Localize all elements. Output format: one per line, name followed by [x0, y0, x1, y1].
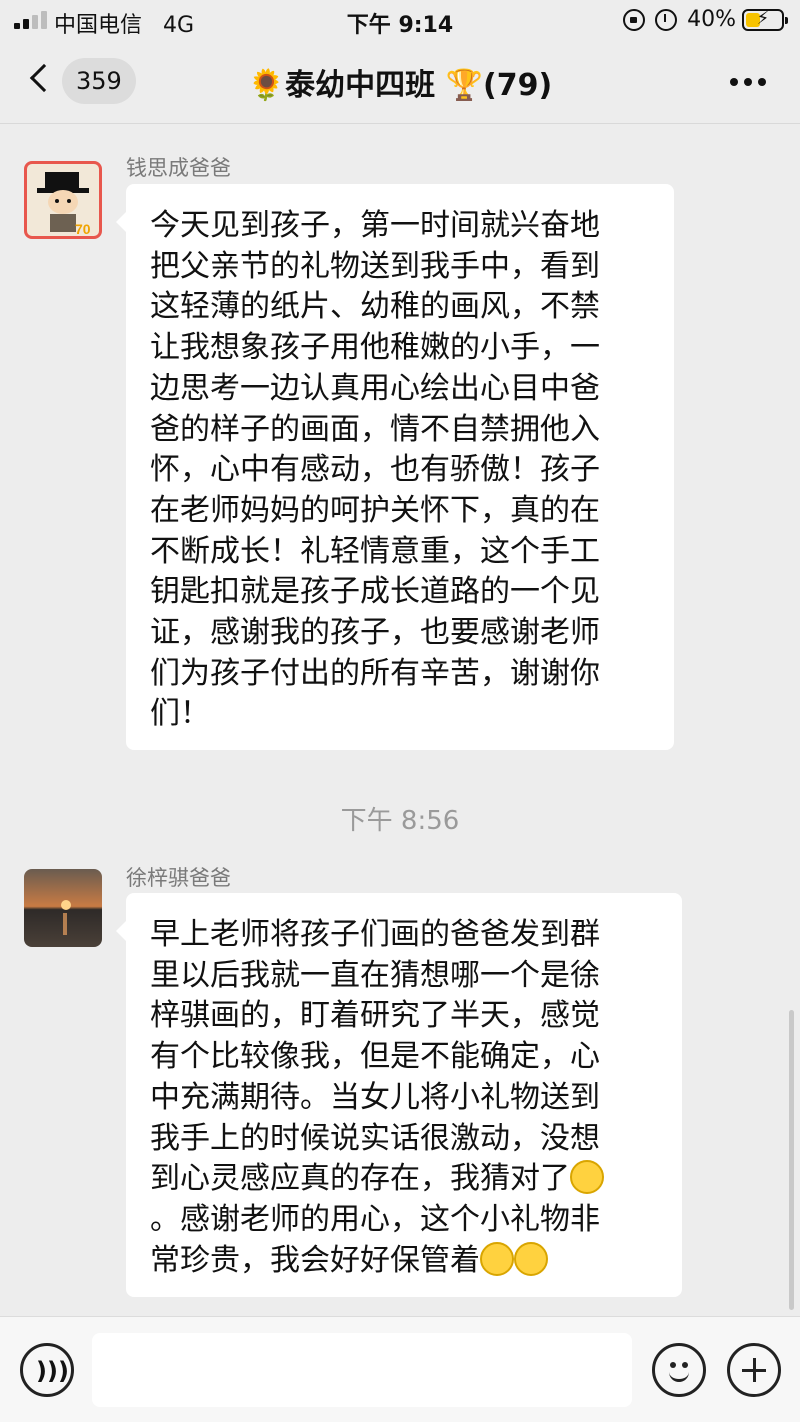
sender-name: 钱思成爸爸	[126, 156, 231, 180]
input-bar: )))	[0, 1316, 800, 1422]
message-line: 常珍贵，我会好好保管着	[150, 1241, 658, 1282]
dizzy-face-emoji-icon	[570, 1160, 604, 1195]
message-line: 不断成长！礼轻情意重，这个手工	[150, 533, 600, 569]
battery-icon: ⚡	[742, 7, 788, 31]
emoji-picker-button[interactable]	[652, 1343, 706, 1397]
message-line: 让我想象孩子用他稚嫩的小手，一	[150, 330, 600, 366]
time-divider: 下午 8:56	[340, 806, 460, 836]
message-line: 在老师妈妈的呵护关怀下，真的在	[150, 492, 600, 528]
message-line: 到心灵感应真的存在，我猜对了	[150, 1159, 658, 1200]
thinking-face-emoji-icon	[514, 1241, 548, 1276]
message-line: 。感谢老师的用心，这个小礼物非	[150, 1201, 600, 1237]
chat-title: 🌻泰幼中四班 🏆(79)	[247, 68, 553, 103]
message-line: 有个比较像我，但是不能确定，心	[150, 1039, 600, 1075]
message-line: 把父亲节的礼物送到我手中，看到	[150, 248, 600, 284]
sender-name: 徐梓骐爸爸	[126, 866, 231, 890]
message-line: 里以后我就一直在猜想哪一个是徐	[150, 957, 600, 993]
status-bar: 中国电信 4G 下午 9:14 40% ⚡	[0, 0, 800, 40]
chat-header: 359 🌻泰幼中四班 🏆(79)	[0, 40, 800, 124]
orientation-lock-icon	[623, 8, 646, 31]
message-input[interactable]	[92, 1333, 632, 1407]
voice-input-button[interactable]: )))	[20, 1343, 74, 1397]
battery-percent: 40%	[687, 7, 736, 32]
message-line: 中充满期待。当女儿将小礼物送到	[150, 1079, 600, 1115]
charging-bolt-icon: ⚡	[756, 7, 770, 29]
alarm-icon	[655, 8, 678, 31]
message-line: 这轻薄的纸片、幼稚的画风，不禁	[150, 289, 600, 325]
message-line: 我手上的时候说实话很激动，没想	[150, 1120, 600, 1156]
message-bubble[interactable]: 今天见到孩子，第一时间就兴奋地 把父亲节的礼物送到我手中，看到 这轻薄的纸片、幼…	[116, 184, 674, 750]
svg-text:70: 70	[75, 221, 91, 236]
message-line: 早上老师将孩子们画的爸爸发到群	[150, 917, 600, 952]
message-line: 们！	[150, 696, 210, 732]
sunset-avatar-icon[interactable]	[24, 869, 102, 947]
status-icons: 40% ⚡	[623, 7, 788, 32]
smiley-face-icon	[670, 1362, 676, 1368]
voice-wave-icon: )))	[36, 1357, 69, 1385]
thinking-face-emoji-icon	[480, 1241, 514, 1276]
person-in-hat-avatar-icon[interactable]: 70	[24, 161, 102, 239]
message-line: 梓骐画的，盯着研究了半天，感觉	[150, 998, 600, 1034]
message-line: 边思考一边认真用心绘出心目中爸	[150, 370, 600, 406]
message-line: 们为孩子付出的所有辛苦，谢谢你	[150, 655, 600, 691]
message-bubble[interactable]: 早上老师将孩子们画的爸爸发到群 里以后我就一直在猜想哪一个是徐 梓骐画的，盯着研…	[116, 893, 682, 1297]
scroll-indicator[interactable]	[789, 1010, 794, 1310]
message-line: 钥匙扣就是孩子成长道路的一个见	[150, 574, 600, 610]
message-line: 怀，心中有感动，也有骄傲！孩子	[150, 452, 600, 488]
message-line: 今天见到孩子，第一时间就兴奋地	[150, 208, 600, 243]
more-options-icon[interactable]	[724, 78, 766, 86]
message-line: 爸的样子的画面，情不自禁拥他入	[150, 411, 600, 447]
message-line: 证，感谢我的孩子，也要感谢老师	[150, 615, 600, 651]
more-actions-button[interactable]	[727, 1343, 781, 1397]
